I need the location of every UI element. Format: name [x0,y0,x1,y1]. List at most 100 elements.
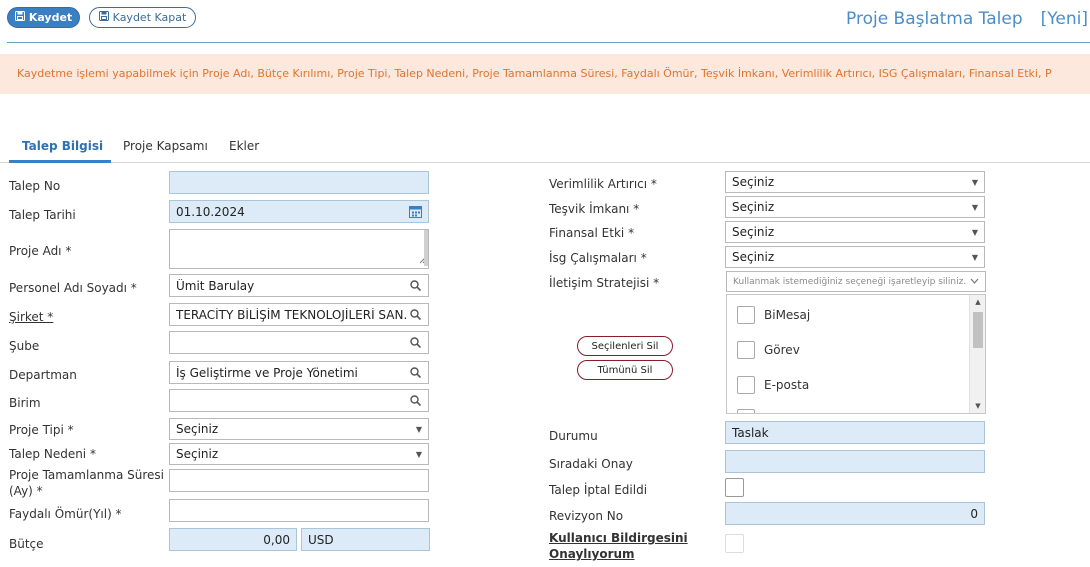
verimlilik-select[interactable]: Seçiniz ▼ [725,171,985,193]
sirket-field[interactable]: TERACİTY BİLİŞİM TEKNOLOJİLERİ SAN. T [169,303,429,326]
talep-tarihi-label: Talep Tarihi [9,208,76,222]
kullanici-bildirge-label-1[interactable]: Kullanıcı Bildirgesini [549,531,688,545]
tesvik-value: Seçiniz [732,200,775,214]
option-label: BiMesaj [764,308,811,322]
kullanici-bildirge-label-2[interactable]: Onaylıyorum [549,547,635,561]
tab-proje-kapsami[interactable]: Proje Kapsamı [123,139,208,153]
page-title-text: Proje Başlatma Talep [846,9,1023,29]
option-checkbox[interactable] [737,341,755,359]
search-icon[interactable] [408,366,422,380]
iletisim-options-list[interactable]: BiMesaj Görev E-posta ▲ ▼ [726,294,986,414]
page-title: Proje Başlatma Talep [Yeni] [846,9,1088,29]
departman-value: İş Geliştirme ve Proje Yönetimi [176,365,358,380]
tab-talep-bilgisi[interactable]: Talep Bilgisi [22,139,103,153]
talep-no-field [169,171,429,194]
save-icon [98,11,109,24]
save-label: Kaydet [28,11,73,24]
search-icon[interactable] [408,394,422,408]
list-item[interactable]: E-posta [737,375,809,395]
caret-down-icon: ▼ [971,252,978,262]
verimlilik-value: Seçiniz [732,175,775,189]
finansal-label: Finansal Etki * [549,226,635,240]
chevron-down-icon [970,277,979,287]
list-scrollbar[interactable]: ▲ ▼ [969,295,985,413]
faydali-omur-label: Faydalı Ömür(Yıl) * [9,507,122,521]
caret-down-icon: ▼ [415,424,422,434]
faydali-omur-field[interactable] [169,499,429,522]
isg-label: İsg Çalışmaları * [549,251,647,265]
talep-iptal-checkbox[interactable] [725,478,744,497]
butce-currency-field: USD [301,528,430,551]
personel-field[interactable]: Ümit Barulay [169,274,429,297]
proje-adi-label: Proje Adı * [9,244,72,258]
isg-select[interactable]: Seçiniz ▼ [725,246,985,268]
search-icon[interactable] [408,336,422,350]
talep-tarihi-value: 01.10.2024 [176,204,245,219]
talep-nedeni-label: Talep Nedeni * [9,447,96,461]
option-checkbox[interactable] [737,376,755,394]
tumunu-sil-button[interactable]: Tümünü Sil [577,360,673,380]
tab-bar: Talep Bilgisi Proje Kapsamı Ekler [0,130,1090,163]
caret-down-icon: ▼ [971,227,978,237]
kullanici-bildirge-checkbox[interactable] [725,534,744,553]
tamamlanma-field[interactable] [169,469,429,492]
birim-field[interactable] [169,389,429,412]
textarea-scrollbar[interactable] [424,230,428,266]
revizyon-value: 0 [970,506,978,521]
scroll-thumb[interactable] [973,312,983,348]
siradaki-onay-label: Sıradaki Onay [549,457,633,471]
revizyon-field: 0 [725,502,985,525]
sube-label: Şube [9,339,40,353]
tesvik-select[interactable]: Seçiniz ▼ [725,196,985,218]
butce-label: Bütçe [9,537,44,551]
secilenleri-sil-button[interactable]: Seçilenleri Sil [577,336,673,356]
validation-warning: Kaydetme işlemi yapabilmek için Proje Ad… [0,54,1090,94]
tamamlanma-label-1: Proje Tamamlanma Süresi [9,468,165,482]
butce-currency: USD [308,532,334,547]
tab-ekler[interactable]: Ekler [229,139,259,153]
page-status: [Yeni] [1040,9,1088,29]
iletisim-placeholder: Kullanmak istemediğiniz seçeneği işaretl… [733,276,967,287]
header-divider [7,42,1090,43]
iletisim-multiselect[interactable]: Kullanmak istemediğiniz seçeneği işaretl… [726,271,986,292]
iletisim-label: İletişim Stratejisi * [549,276,660,290]
personel-value: Ümit Barulay [176,278,255,293]
option-label: Görev [764,343,800,357]
list-item[interactable]: Görev [737,340,800,360]
birim-label: Birim [9,396,41,410]
personel-label: Personel Adı Soyadı * [9,281,137,295]
scroll-down-icon[interactable]: ▼ [970,399,985,413]
save-close-label: Kaydet Kapat [112,11,187,24]
list-item-partial[interactable] [737,408,755,413]
talep-iptal-label: Talep İptal Edildi [549,483,648,497]
save-icon [14,11,25,24]
sirket-label[interactable]: Şirket * [9,310,53,324]
talep-nedeni-value: Seçiniz [176,447,219,461]
scroll-up-icon[interactable]: ▲ [970,295,985,309]
option-label: E-posta [764,378,810,392]
proje-tipi-value: Seçiniz [176,422,219,436]
siradaki-onay-field [725,450,985,473]
tesvik-label: Teşvik İmkanı * [549,202,640,216]
departman-field[interactable]: İş Geliştirme ve Proje Yönetimi [169,361,429,384]
sirket-value: TERACİTY BİLİŞİM TEKNOLOJİLERİ SAN. T [176,307,408,322]
talep-nedeni-select[interactable]: Seçiniz ▼ [169,443,429,465]
caret-down-icon: ▼ [971,177,978,187]
proje-adi-textarea[interactable] [169,229,429,269]
list-item[interactable]: BiMesaj [737,305,810,325]
finansal-select[interactable]: Seçiniz ▼ [725,221,985,243]
finansal-value: Seçiniz [732,225,775,239]
search-icon[interactable] [408,279,422,293]
butce-amount-field: 0,00 [169,528,297,551]
search-icon[interactable] [408,308,422,322]
calendar-icon[interactable] [408,205,422,219]
option-checkbox[interactable] [737,409,755,413]
caret-down-icon: ▼ [971,202,978,212]
verimlilik-label: Verimlilik Artırıcı * [549,177,657,191]
option-checkbox[interactable] [737,306,755,324]
save-button[interactable]: Kaydet [7,7,80,28]
sube-field[interactable] [169,331,429,354]
proje-tipi-select[interactable]: Seçiniz ▼ [169,418,429,440]
save-close-button[interactable]: Kaydet Kapat [89,7,196,28]
talep-tarihi-field[interactable]: 01.10.2024 [169,200,429,223]
